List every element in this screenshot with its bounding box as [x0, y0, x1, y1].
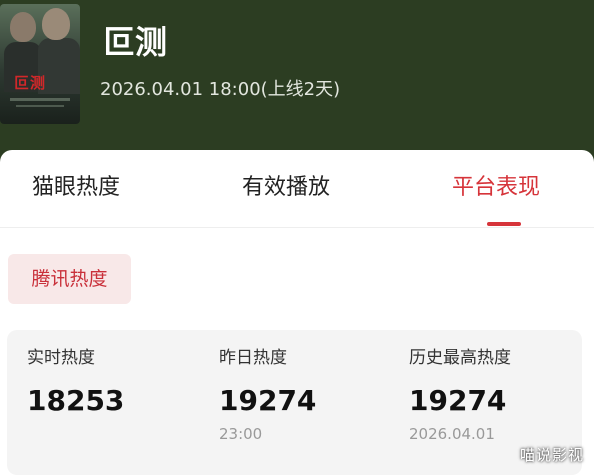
metric-label: 实时热度 [27, 348, 95, 368]
metric-realtime: 实时热度 18253 [27, 346, 124, 418]
tab-divider [0, 227, 594, 228]
tab-effective-plays[interactable]: 有效播放 [242, 170, 330, 206]
poster-face-left [10, 12, 36, 42]
metric-value: 19274 [219, 384, 317, 417]
watermark: 喵说影视 [519, 446, 584, 464]
poster-image[interactable]: 叵测 [0, 4, 80, 124]
tab-maoyan-heat[interactable]: 猫眼热度 [32, 170, 120, 206]
tab-platform-performance[interactable]: 平台表现 [452, 170, 540, 206]
metric-historical-peak: 历史最高热度 19274 2026.04.01 [409, 346, 511, 444]
tencent-heat-chip[interactable]: 腾讯热度 [8, 254, 131, 304]
poster-title: 叵测 [14, 74, 47, 92]
metric-value: 18253 [27, 384, 125, 417]
stats-panel: 猫眼热度 有效播放 平台表现 腾讯热度 实时热度 18253 昨日热度 1927… [0, 150, 594, 475]
poster-credits [10, 98, 70, 101]
header: 叵测 叵测 2026.04.01 18:00(上线2天) [0, 0, 594, 150]
release-info: 2026.04.01 18:00(上线2天) [100, 79, 341, 100]
active-tab-indicator [487, 222, 521, 226]
metric-yesterday: 昨日热度 19274 23:00 [219, 346, 316, 444]
poster-face-right [42, 8, 70, 40]
show-title: 叵测 [103, 23, 168, 61]
heat-metrics-card: 实时热度 18253 昨日热度 19274 23:00 历史最高热度 19274… [7, 330, 582, 475]
metric-label: 历史最高热度 [409, 348, 511, 368]
poster-credits-line [16, 105, 64, 107]
metric-time: 23:00 [219, 425, 263, 443]
metric-label: 昨日热度 [219, 348, 287, 368]
metric-value: 19274 [409, 384, 507, 417]
metric-date: 2026.04.01 [409, 425, 495, 443]
